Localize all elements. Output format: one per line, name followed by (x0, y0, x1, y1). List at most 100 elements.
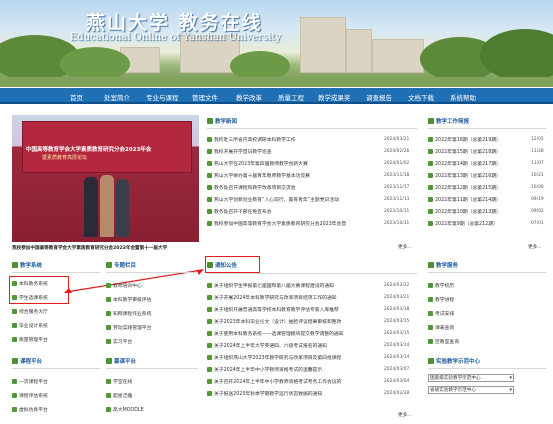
news-item[interactable]: 教务处召开干部任免宣布会 (207, 208, 379, 215)
site-logo-english: Educational Online of Yanshan University (70, 32, 281, 43)
nav-item-awards[interactable]: 教学成果奖 (318, 92, 351, 102)
notice-item[interactable]: 关于组织开展普通高等学校本科教育教学评估专家入库推荐 (207, 306, 379, 313)
link-teacher-training[interactable]: 教师培训中心 (106, 282, 198, 289)
notice-item[interactable]: 关于开展2024年本科教学研究与改革项目结项工作的通知 (207, 294, 379, 301)
link-internship[interactable]: 实习平台 (106, 338, 198, 345)
header-banner: 燕山大学 教务在线 Educational Online of Yanshan … (0, 0, 553, 87)
news-more-link[interactable]: 更多... (398, 244, 412, 250)
weekly-item[interactable]: 2022年第10期（总第213期） (428, 208, 524, 215)
news-date: 2023/10/31 (384, 209, 410, 214)
link-service-hall[interactable]: 综合服务大厅 (12, 308, 98, 315)
link-audit-assessment[interactable]: 本科教学审核评估 (106, 296, 198, 303)
weekly-item[interactable]: 2022年第14期（总第217期） (428, 160, 524, 167)
weekly-item[interactable]: 2022年第15期（总第218期） (428, 148, 524, 155)
news-item[interactable]: 教务处召开课程和教学改革项目交流会 (207, 184, 379, 191)
nav-item-reports[interactable]: 调查报告 (366, 92, 392, 102)
bullet-icon (428, 137, 433, 142)
link-first-class-courses[interactable]: 一流课程平台 (12, 378, 98, 385)
notice-item[interactable]: 关于组织燕山大学2023年教学研究与改革项目及第四批课程 (207, 354, 379, 361)
link-chaoxing[interactable]: 超星泛雅 (106, 392, 198, 399)
weekly-date: 10/06 (531, 185, 544, 190)
link-virtual-simulation[interactable]: 虚拟仿真平台 (12, 406, 98, 413)
nav-item-about[interactable]: 处室简介 (104, 92, 130, 102)
news-item[interactable]: 我校赴三所省内高校调研本科教学工作 (207, 136, 379, 143)
link-moodle[interactable]: 高大MOODLE (106, 406, 198, 413)
weekly-item[interactable]: 2022年第13期（总第216期） (428, 172, 524, 179)
weekly-date: 10/21 (531, 173, 544, 178)
bullet-icon (207, 185, 212, 190)
nav-item-help[interactable]: 系统帮助 (450, 92, 476, 102)
news-slideshow[interactable]: 中国高等教育学会大学素质教育研究分会2023年会 暨素质教育高层论坛 (12, 115, 199, 242)
bullet-icon (106, 297, 111, 302)
link-timetable-query[interactable]: 课表查询 (428, 324, 538, 331)
link-thesis-system[interactable]: 毕业设计系统 (12, 322, 98, 329)
news-icon (207, 118, 213, 124)
link-labor-practice[interactable]: 劳动实践管理平台 (106, 324, 198, 331)
notice-item[interactable]: 关于2024年上半年大学英语四、六级考试报名的通知 (207, 342, 379, 349)
weekly-more-link[interactable]: 更多... (528, 244, 542, 250)
bullet-icon (12, 309, 17, 314)
bullet-icon (207, 331, 212, 336)
news-item[interactable]: 我校开展开学首日教学巡查 (207, 148, 379, 155)
weekly-date: 07/01 (531, 221, 544, 226)
nav-item-quality[interactable]: 质量工程 (278, 92, 304, 102)
link-teaching-schedule[interactable]: 教学进程 (428, 296, 538, 303)
notice-date: 2024/03/04 (384, 379, 410, 384)
teaching-system-title: 教学系统 (12, 261, 42, 271)
weekly-date: 09/02 (531, 209, 544, 214)
nav-item-reform[interactable]: 教学改革 (236, 92, 262, 102)
bullet-icon (428, 311, 433, 316)
news-item[interactable]: 燕山大学举办第十届青年教师教学基本功竞赛 (207, 172, 379, 179)
weekly-date: 12/05 (531, 137, 544, 142)
link-cnki-homework[interactable]: 知网课程作业系统 (106, 310, 198, 317)
notice-item[interactable]: 关于报送2023年秋季学期教学运行状态数据的通知 (207, 390, 379, 397)
weekly-section-title: 教学工作简报 (428, 117, 469, 127)
weekly-item[interactable]: 2022年第9期（总第212期） (428, 220, 524, 227)
notice-date: 2024/03/22 (384, 283, 410, 288)
news-item[interactable]: 燕山大学在2023年第四届教师教学创新大赛 (207, 160, 379, 167)
national-lab-select[interactable]: 国家级实验教学示范中心 ▾ (428, 374, 514, 382)
bullet-icon (106, 311, 111, 316)
notices-more-link[interactable]: 更多... (398, 412, 412, 418)
notice-date: 2024/03/15 (384, 319, 410, 324)
service-icon (428, 262, 434, 268)
news-date: 2024/01/02 (384, 161, 410, 166)
bullet-icon (106, 379, 111, 384)
bullet-icon (428, 283, 433, 288)
link-xuetangx[interactable]: 学堂在线 (106, 378, 198, 385)
news-item[interactable]: 燕山大学创新创业教育“入心润行，美育青年”主题党日活动 (207, 196, 379, 203)
nav-item-home[interactable]: 首页 (70, 92, 83, 102)
notice-item[interactable]: 关于2023年本科毕业论文（设计）抽检评议结果审核和整改 (207, 318, 379, 325)
bullet-icon (428, 173, 433, 178)
provincial-lab-select[interactable]: 省级实验教学示范中心 ▾ (428, 386, 514, 394)
notice-item[interactable]: 关于使用本科教务系统——选课管理模块提交教学调整的通知 (207, 330, 379, 337)
link-quality-platform[interactable]: 质量管理平台 (12, 336, 98, 343)
bullet-icon (207, 173, 212, 178)
event-screen-title: 中国高等教育学会大学素质教育研究分会2023年会 (26, 147, 152, 153)
bullet-icon (428, 149, 433, 154)
nav-item-documents[interactable]: 管理文件 (192, 92, 218, 102)
weekly-item[interactable]: 2022年第11期（总第214期） (428, 196, 524, 203)
news-date: 2023/11/18 (384, 173, 410, 178)
link-school-calendar[interactable]: 教学校历 (428, 282, 538, 289)
news-date: 2024/02/26 (384, 149, 410, 154)
weekly-item[interactable]: 2022年第12期（总第215期） (428, 184, 524, 191)
event-screen-subtitle: 暨素质教育高层论坛 (42, 155, 88, 161)
news-item[interactable]: 我校参加中国高等教育学会大学素质教育研究分会2023年会暨 (207, 220, 379, 227)
nav-item-downloads[interactable]: 文档下载 (408, 92, 434, 102)
course-platform-title: 课程平台 (12, 357, 42, 367)
link-exam-arrangement[interactable]: 考试安排 (428, 310, 538, 317)
link-course-evaluation[interactable]: 课程评估系统 (12, 392, 98, 399)
bullet-icon (12, 379, 17, 384)
notice-date: 2024/03/14 (384, 343, 410, 348)
nav-item-majors[interactable]: 专业与课程 (146, 92, 179, 102)
notice-item[interactable]: 关于组织学生申报第七届国和第八届大赛课程建设的通知 (207, 282, 379, 289)
bullet-icon (207, 367, 212, 372)
slideshow-caption[interactable]: 我校参加中国高等教育学会大学素质教育研究分会2023年会暨第十一届大学 (12, 245, 202, 252)
link-free-classroom[interactable]: 空教室查询 (428, 338, 538, 345)
course-icon (12, 358, 18, 364)
notice-item[interactable]: 关于召开2024年上半年中小学教师资格考试考务工作会议的 (207, 378, 379, 385)
chevron-down-icon: ▾ (509, 387, 512, 393)
notice-item[interactable]: 关于2024年上半年中小学教师资格考试的温馨提示 (207, 366, 379, 373)
weekly-item[interactable]: 2022年第16期（总第219期） (428, 136, 524, 143)
